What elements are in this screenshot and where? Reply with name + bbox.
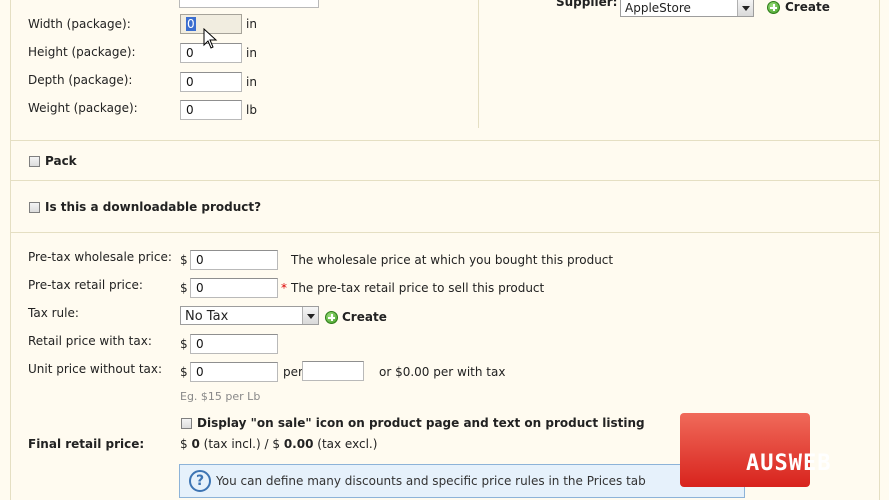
supplier-label: Supplier:: [556, 0, 618, 9]
unit-price-label: Unit price without tax:: [28, 362, 163, 376]
on-sale-label: Display "on sale" icon on product page a…: [197, 416, 645, 430]
final-currency: $: [180, 437, 188, 451]
height-label: Height (package):: [28, 45, 136, 59]
on-sale-checkbox[interactable]: [181, 418, 192, 429]
currency-symbol: $: [180, 253, 188, 267]
retail-desc: The pre-tax retail price to sell this pr…: [291, 281, 545, 295]
width-label: Width (package):: [28, 17, 131, 31]
downloadable-checkbox[interactable]: [29, 202, 40, 213]
supplier-selected: AppleStore: [625, 1, 691, 15]
height-unit: in: [246, 46, 257, 60]
required-mark: *: [281, 281, 287, 295]
supplier-create-link[interactable]: Create: [785, 0, 830, 14]
retail-tax-input[interactable]: 0: [190, 334, 278, 354]
tax-rule-select[interactable]: No Tax: [180, 306, 319, 325]
weight-label: Weight (package):: [28, 101, 138, 115]
plus-circle-icon[interactable]: [325, 311, 338, 324]
weight-unit: lb: [246, 103, 257, 117]
retail-tax-label: Retail price with tax:: [28, 334, 152, 348]
wholesale-input[interactable]: 0: [190, 250, 278, 270]
divider: [11, 140, 879, 141]
unit-hint: Eg. $15 per Lb: [180, 390, 261, 403]
plus-circle-icon[interactable]: [767, 1, 780, 14]
currency-symbol: $: [180, 337, 188, 351]
currency-symbol: $: [180, 365, 188, 379]
unit-with-tax: or $0.00 per with tax: [379, 365, 506, 379]
tax-rule-selected: No Tax: [185, 309, 229, 324]
unit-price-input[interactable]: 0: [190, 362, 278, 382]
pack-label: Pack: [45, 154, 77, 168]
width-value: 0: [186, 17, 196, 31]
tax-create-link[interactable]: Create: [342, 310, 387, 324]
retail-label: Pre-tax retail price:: [28, 278, 143, 292]
retail-input[interactable]: 0: [190, 278, 278, 298]
final-incl-value: 0: [191, 437, 200, 451]
divider: [11, 232, 879, 233]
ausweb-logo-text: AUSWEB: [746, 451, 832, 476]
wholesale-desc: The wholesale price at which you bought …: [291, 253, 614, 267]
currency-symbol: $: [180, 281, 188, 295]
final-incl-text: (tax incl.) / $: [203, 437, 280, 451]
info-box: ? You can define many discounts and spec…: [179, 464, 745, 498]
left-border: [0, 0, 11, 500]
chevron-down-icon: [737, 0, 753, 16]
top-cut-input[interactable]: [179, 0, 319, 8]
supplier-select[interactable]: AppleStore: [620, 0, 754, 17]
column-divider: [478, 0, 479, 128]
chevron-down-icon: [302, 307, 318, 324]
mouse-pointer-icon: [203, 28, 218, 49]
final-excl-text: (tax excl.): [317, 437, 378, 451]
divider: [11, 180, 879, 181]
final-price-label: Final retail price:: [28, 437, 145, 451]
width-unit: in: [246, 17, 257, 31]
right-border: [879, 0, 889, 500]
depth-label: Depth (package):: [28, 73, 133, 87]
per-label: per: [283, 365, 303, 379]
product-edit-form: Width (package): 0 in Height (package): …: [0, 0, 889, 500]
final-price-line: $ 0 (tax incl.) / $ 0.00 (tax excl.): [180, 437, 377, 451]
tax-rule-label: Tax rule:: [28, 306, 79, 320]
final-excl-value: 0.00: [283, 437, 314, 451]
downloadable-label: Is this a downloadable product?: [45, 200, 262, 214]
weight-input[interactable]: 0: [180, 100, 242, 120]
pack-checkbox[interactable]: [29, 156, 40, 167]
wholesale-label: Pre-tax wholesale price:: [28, 250, 172, 264]
info-text: You can define many discounts and specif…: [216, 474, 646, 488]
depth-input[interactable]: 0: [180, 72, 242, 92]
depth-unit: in: [246, 75, 257, 89]
help-icon: ?: [189, 470, 211, 492]
unit-per-input[interactable]: [302, 361, 364, 381]
